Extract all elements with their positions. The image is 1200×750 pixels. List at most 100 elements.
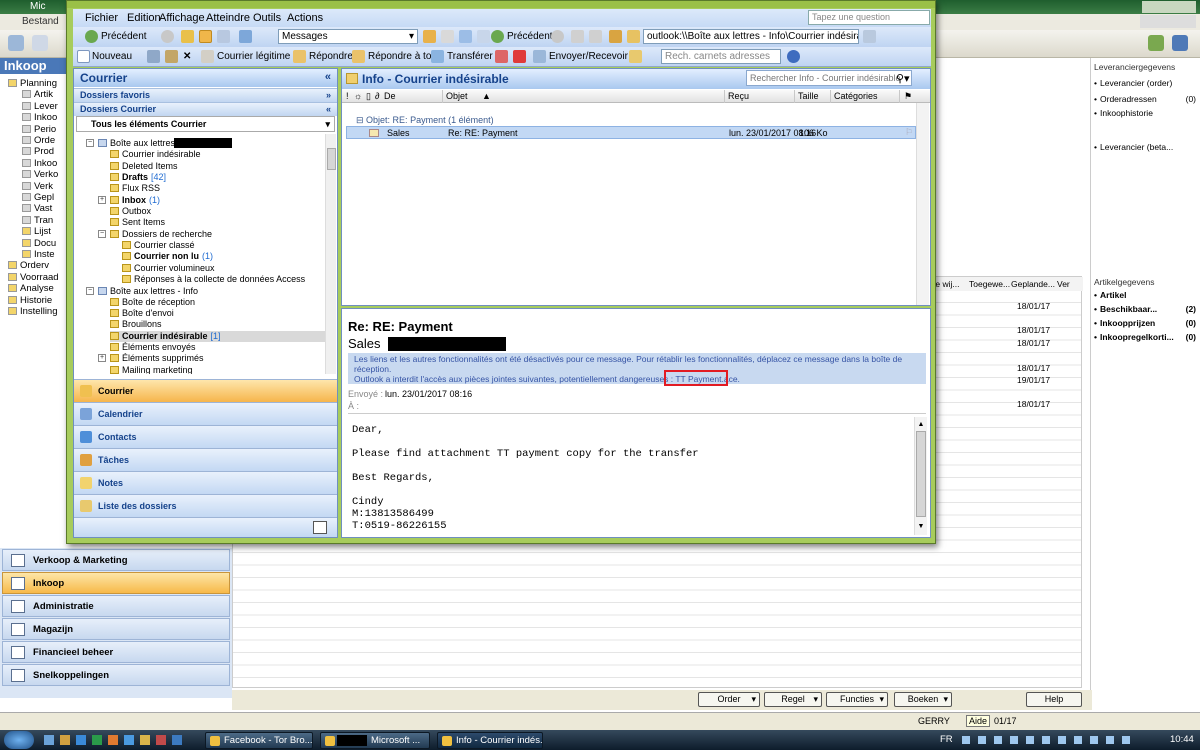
folder-tree-item[interactable]: Boîte aux lettres - Info	[98, 286, 198, 297]
search-icon[interactable]: ⚲▾	[896, 72, 910, 85]
tree-item[interactable]: Inste	[22, 249, 55, 261]
tree-item[interactable]: Vast	[22, 203, 52, 215]
folder-tree-item[interactable]: Mailing marketing	[110, 365, 193, 374]
folder-tree-item[interactable]: Dossiers de recherche	[110, 229, 212, 240]
bottom-button-regel[interactable]: Regel ▾	[764, 692, 822, 707]
column-de[interactable]: De	[384, 91, 396, 101]
tree-item[interactable]: Orde	[22, 135, 55, 147]
background-window-controls[interactable]	[1142, 1, 1196, 13]
folder-tree-item[interactable]: Courrier indésirable	[110, 149, 201, 160]
folder-tree-item[interactable]: Boîte d'envoi	[110, 308, 174, 319]
tree-item[interactable]: Voorraad	[8, 272, 59, 284]
background-inner-window-controls[interactable]	[1140, 15, 1196, 28]
forward-button[interactable]: Transférer	[447, 51, 493, 62]
flag-column-icon[interactable]: ⚑	[904, 91, 912, 102]
help-icon[interactable]	[787, 50, 800, 63]
attachment-column-icon[interactable]: ∂	[375, 91, 379, 101]
column-objet[interactable]: Objet	[446, 91, 468, 101]
tree-item[interactable]: Historie	[8, 295, 52, 307]
print-preview-icon[interactable]	[217, 30, 230, 43]
menu-actions[interactable]: Actions	[287, 12, 323, 24]
folder-tree-item[interactable]: Sent Items	[110, 217, 165, 228]
tree-item[interactable]: Instelling	[8, 306, 58, 318]
start-button[interactable]	[4, 731, 34, 749]
scroll-down-icon[interactable]: ▼	[916, 523, 926, 531]
folder-tree-item[interactable]: Réponses à la collecte de données Access	[122, 274, 305, 285]
scroll-up-icon[interactable]: ▲	[916, 421, 926, 429]
mail-folders-header[interactable]: Dossiers Courrier «	[74, 102, 337, 116]
folder-search-input[interactable]: Rechercher Info - Courrier indésirable	[746, 70, 912, 86]
folder-tree-item[interactable]: Éléments envoyés	[110, 342, 196, 353]
tree-item[interactable]: Analyse	[8, 283, 54, 295]
background-menu-bestand[interactable]: Bestand	[22, 16, 59, 27]
folder-tree-item[interactable]: Flux RSS	[110, 183, 160, 194]
column-taille[interactable]: Taille	[798, 91, 819, 101]
delete-icon[interactable]: ✕	[183, 51, 191, 62]
right-panel-item[interactable]: • Beschikbaar... (2)	[1094, 304, 1198, 316]
address-book-search[interactable]: Rech. carnets adresses	[661, 49, 781, 64]
nav-button-administratie[interactable]: Administratie	[2, 595, 230, 617]
tree-item[interactable]: Perio	[22, 124, 56, 136]
menu-fichier[interactable]: Fichier	[85, 12, 118, 24]
tree-item[interactable]: Artik	[22, 89, 53, 101]
nav-button-calendrier[interactable]: Calendrier	[74, 402, 337, 425]
go-icon[interactable]	[863, 30, 876, 43]
tree-item[interactable]: Gepl	[22, 192, 54, 204]
new-mail-icon[interactable]	[77, 50, 90, 63]
menu-atteindre[interactable]: Atteindre	[206, 12, 250, 24]
expand-toggle-icon[interactable]: +	[98, 354, 106, 362]
print-icon[interactable]	[8, 35, 24, 51]
tool-icon-3[interactable]	[459, 30, 472, 43]
web-folder-icon[interactable]	[627, 30, 640, 43]
send-receive-button[interactable]: Envoyer/Recevoir	[549, 51, 628, 62]
nav-button-snelkoppelingen[interactable]: Snelkoppelingen	[2, 664, 230, 686]
nav-button-t-ches[interactable]: Tâches	[74, 448, 337, 471]
reminder-column-icon[interactable]: ☼	[354, 91, 362, 101]
new-button[interactable]: Nouveau	[92, 51, 132, 62]
folder-tree-scrollbar[interactable]	[325, 134, 336, 374]
group-header[interactable]: ⊟ Objet: RE: Payment (1 élément)	[356, 115, 494, 126]
grid-column-header[interactable]: Toegewe...	[969, 279, 1010, 289]
expand-toggle-icon[interactable]: −	[86, 139, 94, 147]
taskbar-item-facebook[interactable]: Facebook - Tor Bro...	[205, 732, 313, 749]
forward-mail-icon[interactable]	[431, 50, 444, 63]
nav-button-contacts[interactable]: Contacts	[74, 425, 337, 448]
reply-all-icon[interactable]	[352, 50, 365, 63]
flag-icon[interactable]	[513, 50, 526, 63]
tree-item[interactable]: Docu	[22, 238, 56, 250]
undo-icon[interactable]	[239, 30, 252, 43]
right-panel-item[interactable]: • Inkoophistorie	[1094, 108, 1198, 120]
importance-column-icon[interactable]: !	[346, 91, 349, 101]
not-junk-icon[interactable]	[201, 50, 214, 63]
back-button-2[interactable]: Précédent	[507, 31, 553, 42]
not-junk-button[interactable]: Courrier légitime	[217, 51, 290, 62]
column-recu[interactable]: Reçu	[728, 91, 749, 101]
folder-tree-item[interactable]: Inbox (1)	[110, 195, 160, 206]
folder-tree-item[interactable]: Deleted Items	[110, 161, 178, 172]
reply-icon[interactable]	[293, 50, 306, 63]
bottom-button-help[interactable]: Help	[1026, 692, 1082, 707]
tree-item[interactable]: Tran	[22, 215, 53, 227]
folder-tree-item[interactable]: Boîte aux lettres -	[98, 138, 181, 149]
message-row[interactable]: Sales Re: RE: Payment lun. 23/01/2017 08…	[346, 126, 916, 139]
question-input[interactable]: Tapez une question	[808, 10, 930, 25]
security-info-bar[interactable]: Les liens et les autres fonctionnalités …	[348, 353, 926, 384]
shortcut-icon[interactable]	[313, 521, 327, 534]
tree-item[interactable]: Inkoo	[22, 112, 57, 124]
nav-button-verkoop-marketing[interactable]: Verkoop & Marketing	[2, 549, 230, 571]
tree-item[interactable]: Lever	[22, 101, 58, 113]
folder-tree-item[interactable]: Courrier indésirable [1]	[110, 331, 325, 342]
reading-pane-scrollbar[interactable]: ▲ ▼	[914, 417, 927, 535]
folder-tree-item[interactable]: Éléments supprimés	[110, 353, 204, 364]
help-icon[interactable]	[1172, 35, 1188, 51]
expand-toggle-icon[interactable]: −	[86, 287, 94, 295]
back-icon[interactable]	[85, 30, 98, 43]
refresh-icon[interactable]	[589, 30, 602, 43]
collapse-icon[interactable]: «	[325, 71, 331, 83]
send-receive-icon[interactable]	[533, 50, 546, 63]
nav-button-financieel-beheer[interactable]: Financieel beheer	[2, 641, 230, 663]
folder-tree-item[interactable]: Courrier classé	[122, 240, 195, 251]
tree-item[interactable]: Verko	[22, 169, 58, 181]
right-panel-item[interactable]: • Orderadressen (0)	[1094, 94, 1198, 106]
menu-affichage[interactable]: Affichage	[159, 12, 205, 24]
